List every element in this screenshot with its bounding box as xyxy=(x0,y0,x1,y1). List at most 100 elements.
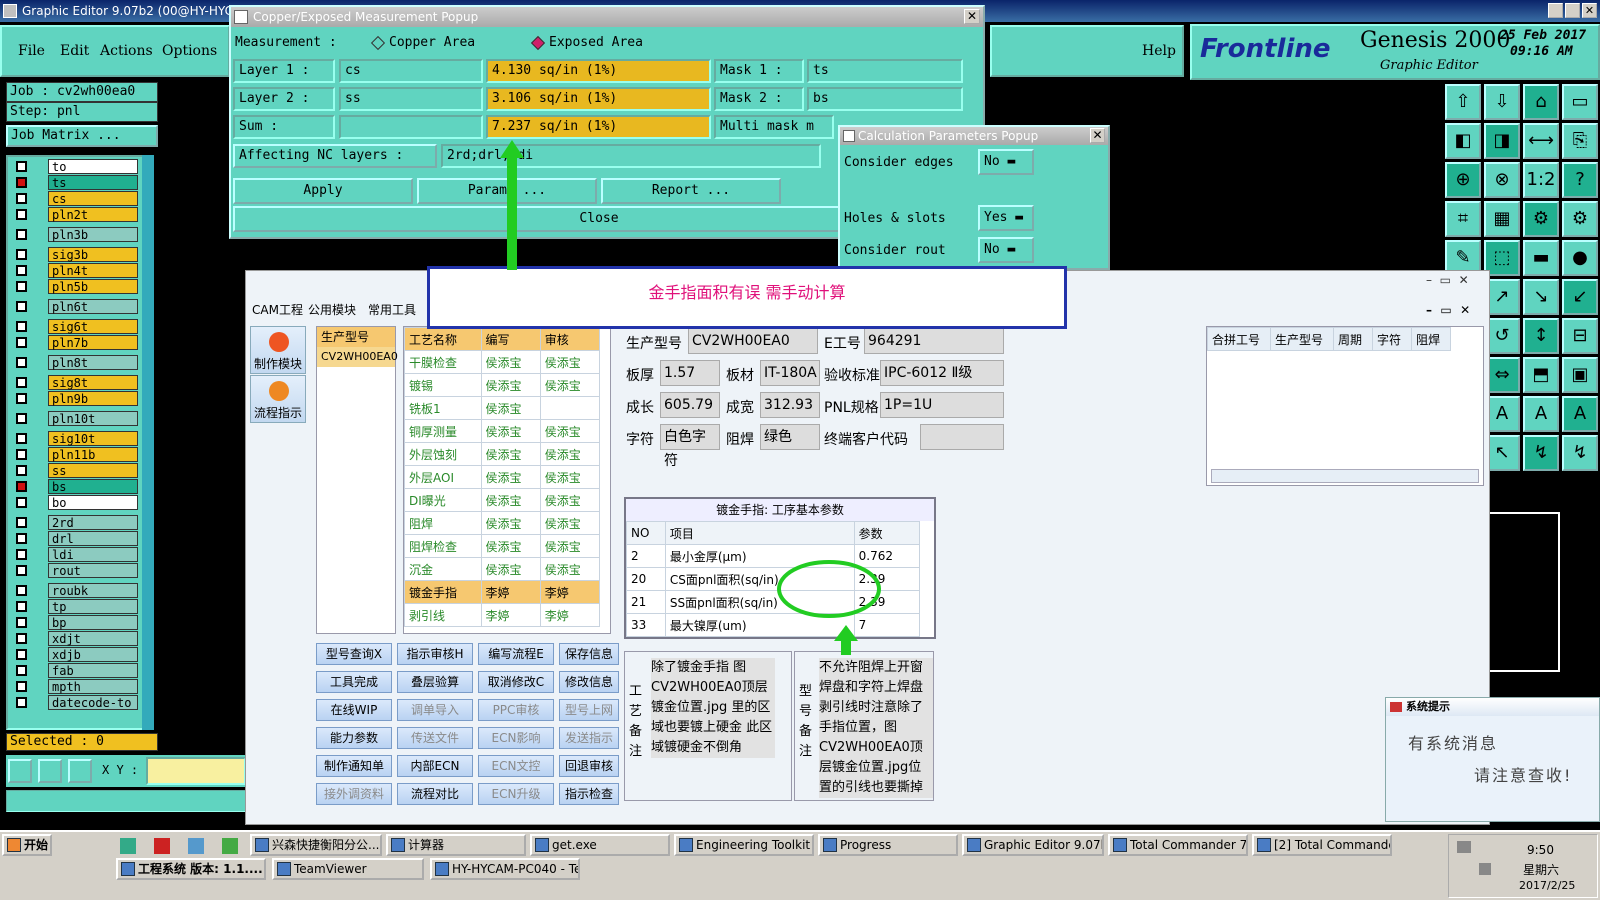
mask2-input[interactable]: bs xyxy=(807,87,963,111)
layer-name[interactable]: ts xyxy=(48,175,138,190)
quicklaunch-icon[interactable] xyxy=(120,838,136,854)
layer-row[interactable]: to xyxy=(12,159,138,174)
quicklaunch-icon[interactable] xyxy=(222,838,238,854)
cam-action-button[interactable]: 指示检查 xyxy=(559,783,619,805)
tool-button-icon[interactable]: ▦ xyxy=(1484,201,1520,237)
layer-row[interactable]: sig10t xyxy=(12,431,138,446)
layer-name[interactable]: datecode-to xyxy=(48,695,138,710)
cam-action-button[interactable]: ECN文控 xyxy=(478,755,554,777)
model-item[interactable]: CV2WH00EA0 xyxy=(317,347,398,367)
cam-action-button[interactable]: 指示审核H xyxy=(397,643,473,665)
layer-checkbox[interactable] xyxy=(16,465,27,476)
layer-checkbox[interactable] xyxy=(16,565,27,576)
maximize-icon[interactable] xyxy=(1565,3,1580,18)
layer-row[interactable]: pln6t xyxy=(12,299,138,314)
layer-row[interactable]: sig6t xyxy=(12,319,138,334)
process-row[interactable]: 剥引线 李婷 李婷 xyxy=(404,603,601,627)
layer-name[interactable]: rout xyxy=(48,563,138,578)
layer-row[interactable]: bp xyxy=(12,615,138,630)
tool-button-icon[interactable]: ⊗ xyxy=(1484,162,1520,198)
layer-checkbox[interactable] xyxy=(16,533,27,544)
layer-row[interactable]: datecode-to xyxy=(12,695,138,710)
menu-file[interactable]: File xyxy=(18,43,45,59)
copper-option[interactable]: Copper Area xyxy=(389,35,475,50)
taskbar-item[interactable]: Graphic Editor 9.07b2... xyxy=(962,834,1104,856)
layer-name[interactable]: to xyxy=(48,159,138,174)
menu-actions[interactable]: Actions xyxy=(100,43,153,59)
layer-name[interactable]: pln11b xyxy=(48,447,138,462)
tool-button-icon[interactable]: ↕ xyxy=(1523,318,1559,354)
layer-name[interactable]: bs xyxy=(48,479,138,494)
layer-name[interactable]: ss xyxy=(48,463,138,478)
taskbar-item[interactable]: 兴森快捷衡阳分公... xyxy=(250,834,382,856)
layer-name[interactable]: drl xyxy=(48,531,138,546)
taskbar-item[interactable]: Progress xyxy=(818,834,958,856)
taskbar-item[interactable]: HY-HYCAM-PC040 - Tea... xyxy=(430,858,580,880)
tool-button-icon[interactable]: ● xyxy=(1562,240,1598,276)
process-row[interactable]: 铜厚测量 侯添宝 侯添宝 xyxy=(404,419,601,443)
info-mat-field[interactable]: IT-180A xyxy=(760,360,820,386)
taskbar-item[interactable]: 计算器 xyxy=(386,834,526,856)
cam-action-button[interactable]: 接外调资料 xyxy=(316,783,392,805)
cam-inner-max-icon[interactable]: ▭ xyxy=(1440,303,1451,317)
report-button[interactable]: Report ... xyxy=(601,178,781,204)
layer-row[interactable]: bo xyxy=(12,495,138,510)
cam-action-button[interactable]: 叠层验算 xyxy=(397,671,473,693)
layer-row[interactable]: bs xyxy=(12,479,138,494)
layer-checkbox[interactable] xyxy=(16,433,27,444)
tool-button-icon[interactable]: ▭ xyxy=(1562,84,1598,120)
tool-button-icon[interactable]: ▬ xyxy=(1523,240,1559,276)
zoom-icon[interactable] xyxy=(8,759,32,783)
volume-icon[interactable] xyxy=(1479,863,1491,875)
layer-row[interactable]: sig8t xyxy=(12,375,138,390)
layer-name[interactable]: pln3b xyxy=(48,227,138,242)
layer-checkbox[interactable] xyxy=(16,321,27,332)
process-row[interactable]: DI曝光 侯添宝 侯添宝 xyxy=(404,488,601,512)
layer-name[interactable]: sig6t xyxy=(48,319,138,334)
layer-name[interactable]: xdjb xyxy=(48,647,138,662)
layer-checkbox[interactable] xyxy=(16,265,27,276)
layer-name[interactable]: sig10t xyxy=(48,431,138,446)
layer-row[interactable]: pln11b xyxy=(12,447,138,462)
layer-checkbox[interactable] xyxy=(16,601,27,612)
cam-action-button[interactable]: 传送文件 xyxy=(397,727,473,749)
taskbar-item[interactable]: TeamViewer xyxy=(272,858,424,880)
process-row[interactable]: 阻焊 侯添宝 侯添宝 xyxy=(404,511,601,535)
layer-name[interactable]: bp xyxy=(48,615,138,630)
layer-row[interactable]: rout xyxy=(12,563,138,578)
layer-checkbox[interactable] xyxy=(16,617,27,628)
layer-row[interactable]: pln4t xyxy=(12,263,138,278)
side-btn-flow[interactable]: 流程指示 xyxy=(250,375,306,423)
cam-action-button[interactable]: ECN影响 xyxy=(478,727,554,749)
cam-action-button[interactable]: 编写流程E xyxy=(478,643,554,665)
layer-row[interactable]: pln3b xyxy=(12,227,138,242)
cam-action-button[interactable]: 保存信息 xyxy=(559,643,619,665)
exposed-option[interactable]: Exposed Area xyxy=(549,35,643,50)
layer-checkbox[interactable] xyxy=(16,357,27,368)
layer-name[interactable]: roubk xyxy=(48,583,138,598)
layer-name[interactable]: sig3b xyxy=(48,247,138,262)
cam-action-button[interactable]: 能力参数 xyxy=(316,727,392,749)
cam-close-icon[interactable]: ✕ xyxy=(1459,273,1469,287)
tool-button-icon[interactable]: ⌂ xyxy=(1523,84,1559,120)
grid-icon[interactable] xyxy=(68,759,92,783)
info-pnl-field[interactable]: 1P=1U xyxy=(880,392,1004,418)
tool-button-icon[interactable]: ? xyxy=(1562,162,1598,198)
tool-button-icon[interactable]: 1:2 xyxy=(1523,162,1559,198)
layer-checkbox[interactable] xyxy=(16,413,27,424)
layer-name[interactable]: tp xyxy=(48,599,138,614)
tool-button-icon[interactable]: ↯ xyxy=(1523,435,1559,471)
tool-button-icon[interactable]: ▣ xyxy=(1562,357,1598,393)
layer-checkbox[interactable] xyxy=(16,517,27,528)
layer-row[interactable]: ss xyxy=(12,463,138,478)
layer-row[interactable]: pln2t xyxy=(12,207,138,222)
quicklaunch-icon[interactable] xyxy=(188,838,204,854)
tool-button-icon[interactable]: ◨ xyxy=(1484,123,1520,159)
layer-row[interactable]: pln7b xyxy=(12,335,138,350)
layer-row[interactable]: pln9b xyxy=(12,391,138,406)
tool-button-icon[interactable]: ⚙ xyxy=(1523,201,1559,237)
info-std-field[interactable]: IPC-6012 Ⅱ级 xyxy=(880,360,1004,386)
tool-button-icon[interactable]: A xyxy=(1523,396,1559,432)
layer-checkbox[interactable] xyxy=(16,681,27,692)
cam-action-button[interactable]: 制作通知单 xyxy=(316,755,392,777)
